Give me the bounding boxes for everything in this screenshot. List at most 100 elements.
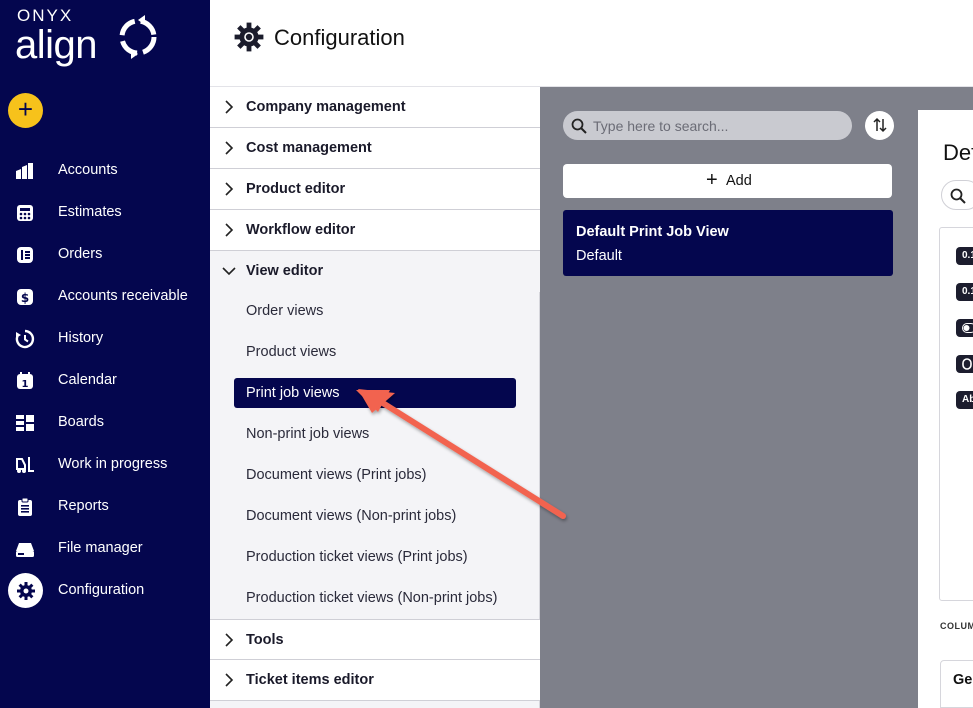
nav-label: Accounts receivable (58, 288, 188, 304)
group-label: Ger (953, 672, 973, 688)
view-editor-item-document-views-print[interactable]: Document views (Print jobs) (234, 460, 516, 490)
section-company-management[interactable]: Company management (210, 87, 540, 128)
nav-item-calendar[interactable]: 1 Calendar (0, 360, 210, 402)
view-list-panel: + Add Default Print Job View Default (540, 87, 918, 708)
detail-search[interactable] (941, 180, 973, 210)
view-editor-item-order-views[interactable]: Order views (234, 296, 516, 326)
configuration-menu: Company management Cost management Produ… (210, 87, 540, 708)
user-type-chip[interactable] (956, 355, 973, 373)
orders-icon (17, 247, 33, 263)
view-editor-item-non-print-job-views[interactable]: Non-print job views (234, 419, 516, 449)
field-type-chip[interactable]: 0.1 (956, 283, 973, 301)
nav-item-reports[interactable]: Reports (0, 486, 210, 528)
nav-label: Calendar (58, 372, 117, 388)
general-group[interactable]: Ger (940, 660, 973, 708)
item-label: Order views (246, 303, 324, 319)
drive-icon (16, 543, 34, 557)
nav-item-orders[interactable]: Orders (0, 234, 210, 276)
view-subtitle: Default (576, 248, 622, 264)
page-title: Configuration (274, 25, 405, 50)
nav-label: History (58, 330, 104, 346)
item-label: Print job views (246, 385, 340, 401)
nav-label: File manager (58, 540, 143, 556)
dollar-icon: $ (17, 289, 33, 305)
nav-item-work-in-progress[interactable]: Work in progress (0, 444, 210, 486)
search-input[interactable] (593, 115, 843, 136)
gear-icon (234, 22, 264, 52)
sort-button[interactable] (865, 111, 894, 140)
view-editor-item-print-job-views[interactable]: Print job views (234, 378, 516, 408)
align-logo-icon (119, 15, 157, 59)
user-icon (962, 358, 972, 370)
section-label: Company management (246, 99, 406, 115)
plus-icon: + (706, 169, 718, 191)
view-card-default-print-job-view[interactable]: Default Print Job View Default (563, 210, 893, 276)
chevron-right-icon (225, 182, 234, 196)
view-editor-item-production-ticket-non-print[interactable]: Production ticket views (Non-print jobs) (234, 583, 516, 613)
section-label: View editor (246, 263, 324, 279)
nav-label: Accounts (58, 162, 118, 178)
nav-item-file-manager[interactable]: File manager (0, 528, 210, 570)
search-icon (571, 118, 587, 134)
nav-item-accounts-receivable[interactable]: $ Accounts receivable (0, 276, 210, 318)
clipboard-icon (18, 497, 32, 516)
section-ticket-items-editor[interactable]: Ticket items editor (210, 660, 540, 701)
section-label: Cost management (246, 140, 372, 156)
chevron-right-icon (225, 100, 234, 114)
chevron-right-icon (225, 673, 234, 687)
toggle-icon (962, 323, 973, 333)
section-cost-management[interactable]: Cost management (210, 128, 540, 169)
nav-item-history[interactable]: History (0, 318, 210, 360)
section-tools[interactable]: Tools (210, 619, 540, 660)
item-label: Production ticket views (Print jobs) (246, 549, 468, 565)
section-label: Workflow editor (246, 222, 356, 238)
calendar-day: 1 (22, 379, 29, 390)
chevron-right-icon (225, 141, 234, 155)
section-label: Tools (246, 632, 284, 648)
text-type-chip[interactable]: Ab (956, 391, 973, 409)
section-product-editor[interactable]: Product editor (210, 169, 540, 210)
view-editor-item-production-ticket-print[interactable]: Production ticket views (Print jobs) (234, 542, 516, 572)
section-label: Product editor (246, 181, 346, 197)
brand-main: align (15, 23, 98, 67)
accounts-icon (16, 163, 33, 179)
create-new-button[interactable]: + (8, 93, 43, 128)
field-type-chip[interactable]: 0.1 (956, 247, 973, 265)
view-detail-panel: Def 0.1 0.1 Ab COLUM Ger (918, 110, 973, 708)
calendar-icon: 1 (17, 372, 33, 390)
nav-label: Estimates (58, 204, 122, 220)
section-label: Ticket items editor (246, 672, 374, 688)
nav-label: Configuration (58, 582, 145, 598)
nav-label: Orders (58, 246, 103, 262)
nav-label: Reports (58, 498, 109, 514)
boards-icon (16, 415, 34, 431)
section-workflow-editor[interactable]: Workflow editor (210, 210, 540, 251)
nav-item-estimates[interactable]: Estimates (0, 192, 210, 234)
search-icon (950, 188, 966, 204)
gear-icon (17, 582, 35, 600)
chevron-right-icon (225, 633, 234, 647)
sort-icon (873, 117, 887, 133)
nav-item-configuration[interactable]: Configuration (0, 570, 210, 612)
history-icon (15, 329, 35, 349)
add-view-button[interactable]: + Add (563, 164, 892, 198)
nav-item-boards[interactable]: Boards (0, 402, 210, 444)
page-header: Configuration (210, 0, 973, 87)
item-label: Production ticket views (Non-print jobs) (246, 590, 498, 606)
item-label: Product views (246, 344, 337, 360)
item-label: Non-print job views (246, 426, 370, 442)
section-view-editor[interactable]: View editor (210, 251, 540, 292)
detail-title: Def (943, 140, 973, 165)
onyx-align-logo[interactable]: ONYX align (15, 6, 165, 72)
panel-gutter (918, 87, 973, 110)
nav-label: Work in progress (58, 456, 168, 472)
nav-item-accounts[interactable]: Accounts (0, 150, 210, 192)
left-navigation: ONYX align + Accounts Estimates Orders $… (0, 0, 210, 708)
add-label: Add (726, 173, 752, 189)
columns-header: COLUM (940, 621, 973, 631)
view-name: Default Print Job View (576, 224, 729, 240)
view-editor-item-document-views-non-print[interactable]: Document views (Non-print jobs) (234, 501, 516, 531)
toggle-type-chip[interactable] (956, 319, 973, 337)
view-editor-item-product-views[interactable]: Product views (234, 337, 516, 367)
item-label: Document views (Print jobs) (246, 467, 427, 483)
